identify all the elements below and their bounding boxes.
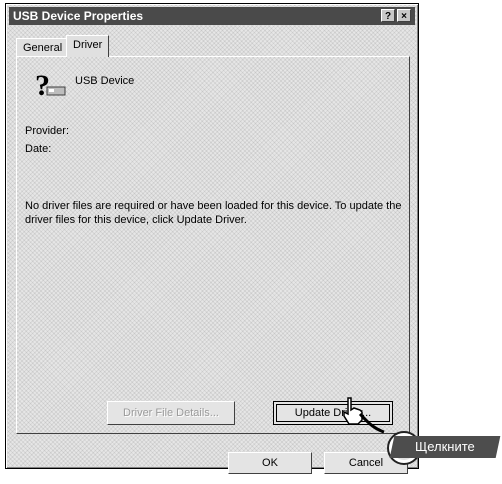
help-button[interactable]: ?	[381, 9, 395, 22]
title-bar[interactable]: USB Device Properties ? ×	[9, 7, 415, 25]
tab-driver[interactable]: Driver	[66, 35, 110, 57]
driver-file-details-button[interactable]: Driver File Details...	[107, 401, 235, 425]
device-name: USB Device	[75, 75, 135, 87]
driver-message: No driver files are required or have bee…	[25, 200, 402, 226]
dialog-title: USB Device Properties	[13, 9, 144, 23]
ok-button[interactable]: OK	[228, 452, 312, 474]
unknown-device-icon: ?	[35, 69, 66, 101]
close-button[interactable]: ×	[397, 9, 411, 22]
svg-text:?: ?	[35, 69, 50, 101]
date-label: Date:	[25, 143, 52, 155]
tab-general[interactable]: General	[16, 38, 70, 56]
callout-label: Щелкните	[389, 436, 501, 458]
provider-label: Provider:	[25, 125, 70, 137]
driver-tab-panel: ? USB Device Provider: Date: No driver f…	[16, 56, 410, 434]
